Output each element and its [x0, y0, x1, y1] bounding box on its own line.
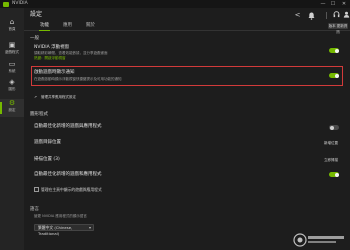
scan-location-title: 掃描位置 (3)	[34, 157, 60, 162]
section-general-heading: 一般	[30, 36, 39, 41]
auto-optimize-apps-toggle[interactable]	[329, 172, 339, 177]
app-name: NVIDIA	[12, 1, 28, 6]
sidebar-item-graphics[interactable]: ◈ 圖形	[0, 78, 24, 96]
page-title: 設定	[30, 11, 43, 18]
graphics-icon: ◈	[9, 78, 15, 86]
sidebar-item-home[interactable]: ⌂ 首頁	[0, 18, 24, 36]
section-graphics-heading: 圖形程式	[30, 112, 48, 117]
notify-title: 啟動遊戲時顯示通知	[34, 70, 75, 75]
auto-optimize-apps-title: 自動最佳化新增的遊戲和應用程式	[34, 172, 102, 177]
language-description: 變更 NVIDIA 應用程式的顯示語言	[34, 214, 87, 218]
sidebar-item-label: 圖形	[8, 87, 16, 91]
sidebar-item-label: 遊戲程式	[5, 50, 19, 54]
language-select-value: 繁體中文 (Chinese, Traditional)	[38, 225, 73, 236]
sidebar-item-settings[interactable]: ⚙ 設定	[0, 99, 24, 117]
share-icon[interactable]: <	[293, 11, 302, 20]
monitor-icon: ▭	[8, 60, 16, 68]
header-divider	[326, 12, 327, 19]
settings-content: 一般 NVIDIA 浮動視窗 擷取精彩瞬間、查看效能數據，並分享遊戲畫面 熱鍵：…	[24, 31, 350, 250]
scan-now-link[interactable]: 立即掃描	[324, 158, 338, 163]
highlight-box	[31, 66, 343, 86]
toggle-knob	[334, 73, 339, 78]
overlay-description: 擷取精彩瞬間、查看效能數據，並分享遊戲畫面	[34, 51, 108, 55]
tab-apps[interactable]: 應用	[63, 22, 72, 30]
sidebar-item-games[interactable]: ▣ 遊戲程式	[0, 41, 24, 59]
notify-description: 在遊戲啟動時顯示浮動視窗快捷鍵提示及可用功能的通知	[34, 77, 122, 81]
close-button[interactable]: ✕	[339, 0, 349, 8]
toggle-knob	[329, 125, 334, 130]
section-language-heading: 語言	[30, 207, 39, 212]
sidebar-item-label: 首頁	[8, 27, 16, 31]
bell-icon[interactable]	[307, 11, 316, 20]
chevron-down-icon: ▾	[88, 225, 91, 230]
language-select[interactable]: 繁體中文 (Chinese, Traditional) ▾	[34, 224, 94, 236]
watermark-logo	[293, 233, 344, 247]
notify-toggle[interactable]	[329, 73, 339, 78]
external-link-icon: ↗	[34, 95, 37, 99]
maximize-button[interactable]: ☐	[328, 0, 338, 8]
tab-features[interactable]: 功能	[39, 22, 50, 31]
sidebar-item-label: 系統	[8, 69, 16, 73]
headset-icon[interactable]	[332, 11, 341, 20]
user-icon[interactable]	[342, 11, 350, 20]
sidebar: ⌂ 首頁 ▣ 遊戲程式 ▭ 系統 ◈ 圖形 ⚙ 設定	[0, 8, 24, 250]
sidebar-item-system[interactable]: ▭ 系統	[0, 60, 24, 78]
minimize-button[interactable]: —	[318, 0, 328, 8]
home-icon: ⌂	[9, 18, 15, 26]
tab-about[interactable]: 關於	[86, 22, 95, 30]
sidebar-item-label: 設定	[8, 108, 16, 112]
checkbox-label: 管理在主頁中顯示的遊戲與應用程式	[41, 187, 102, 192]
game-directory-title: 遊戲目錄位置	[34, 140, 61, 145]
toggle-knob	[334, 48, 339, 53]
overlay-hotkey-link[interactable]: 熱鍵：開啟浮動視窗	[34, 56, 66, 61]
add-location-link[interactable]: 新增位置	[324, 141, 338, 146]
toggle-knob	[334, 172, 339, 177]
nvidia-logo-icon	[3, 1, 9, 7]
page-header: 設定 <	[24, 8, 350, 22]
gear-icon: ⚙	[8, 99, 16, 107]
manage-sharing-link[interactable]: 管理共享應用程式設定	[41, 95, 76, 100]
auto-optimize-title: 自動最佳化新增的遊戲與應用程式	[34, 124, 102, 129]
checkbox[interactable]	[34, 187, 39, 192]
tab-bar: 功能 應用 關於 版本 更新資訊	[24, 22, 350, 34]
auto-optimize-toggle[interactable]	[329, 125, 339, 130]
title-bar: NVIDIA — ☐ ✕	[0, 0, 350, 8]
game-icon: ▣	[8, 41, 16, 49]
overlay-toggle[interactable]	[329, 48, 339, 53]
version-badge[interactable]: 版本 更新資訊	[328, 23, 348, 34]
